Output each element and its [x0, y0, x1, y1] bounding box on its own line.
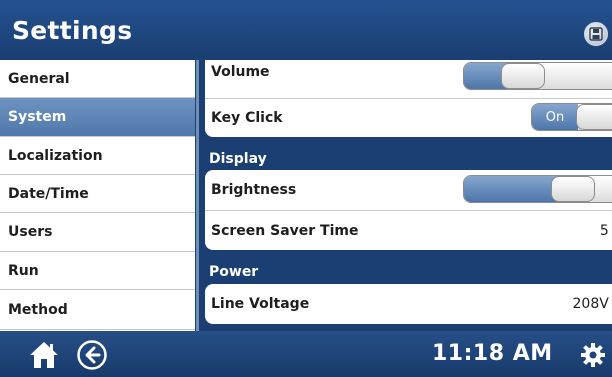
brightness-row: Brightness — [205, 170, 612, 211]
save-button[interactable] — [584, 22, 608, 46]
section-header-power: Power — [209, 264, 259, 280]
sidebar-item-run[interactable]: Run — [0, 252, 195, 290]
volume-slider-handle[interactable] — [501, 63, 545, 89]
sidebar-item-users[interactable]: Users — [0, 213, 195, 252]
home-button[interactable] — [28, 339, 60, 371]
sidebar-item-localization[interactable]: Localization — [0, 137, 195, 175]
line-voltage-row[interactable]: Line Voltage 208V > — [205, 284, 612, 324]
settings-panel: Volume Key Click On Display Brightness S… — [196, 60, 612, 331]
sidebar-item-method[interactable]: Method — [0, 290, 195, 330]
toggle-handle[interactable] — [576, 104, 612, 130]
section-header-display: Display — [209, 151, 267, 167]
sidebar-item-label: System — [8, 109, 67, 125]
home-icon — [30, 342, 58, 368]
toggle-on-label: On — [532, 104, 578, 130]
save-disk-icon — [589, 27, 603, 41]
line-voltage-value: 208V > — [572, 296, 612, 312]
gear-icon — [581, 343, 605, 367]
screen-saver-time-label: Screen Saver Time — [211, 222, 359, 239]
back-arrow-icon — [77, 340, 107, 370]
sidebar-item-label: Users — [8, 224, 53, 240]
sidebar-item-label: Date/Time — [8, 185, 89, 202]
sidebar-item-label: Localization — [8, 147, 103, 164]
sidebar-item-date-time[interactable]: Date/Time — [0, 175, 195, 213]
screen-saver-time-row[interactable]: Screen Saver Time 5 > — [205, 211, 612, 250]
footer-bar: 11:18 AM — [0, 331, 612, 377]
settings-button[interactable] — [578, 339, 608, 371]
key-click-row: Key Click On — [205, 99, 612, 137]
sidebar-item-general[interactable]: General — [0, 60, 195, 98]
screen-saver-time-value: 5 > — [599, 222, 612, 239]
line-voltage-label: Line Voltage — [211, 296, 310, 312]
back-button[interactable] — [76, 339, 108, 371]
brightness-slider[interactable] — [463, 175, 612, 203]
sidebar-item-label: Method — [8, 301, 68, 318]
volume-slider[interactable] — [463, 62, 612, 90]
sidebar-item-system[interactable]: System — [0, 98, 195, 137]
clock-time: 11:18 AM — [432, 341, 553, 366]
settings-sidebar: General System Localization Date/Time Us… — [0, 60, 195, 331]
brightness-label: Brightness — [211, 182, 297, 198]
key-click-toggle[interactable]: On — [531, 103, 612, 131]
volume-row: Volume — [205, 60, 612, 99]
volume-label: Volume — [211, 64, 270, 80]
key-click-label: Key Click — [211, 110, 283, 126]
brightness-slider-handle[interactable] — [551, 176, 595, 202]
sidebar-item-label: Run — [8, 262, 39, 279]
sidebar-item-label: General — [8, 70, 70, 87]
header-bar: Settings — [0, 0, 612, 60]
page-title: Settings — [12, 15, 133, 45]
